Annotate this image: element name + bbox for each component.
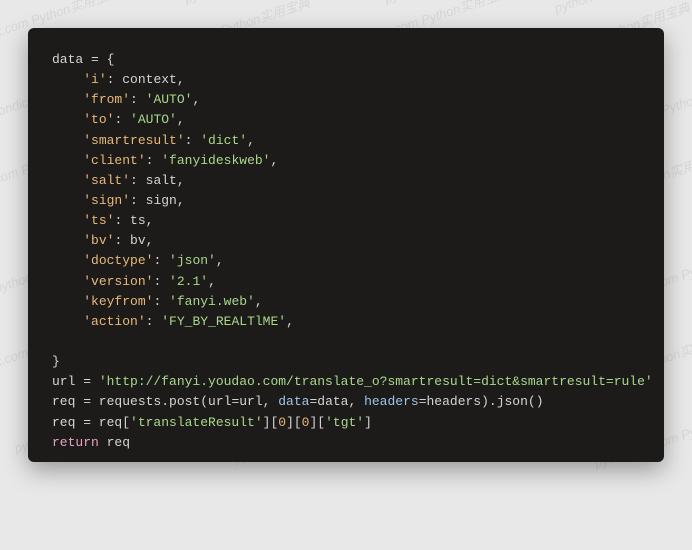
code-block: data = { 'i': context, 'from': 'AUTO', '… — [28, 28, 664, 462]
watermark-text: pythondict.com Python实用宝典 — [382, 0, 562, 7]
code-line: req = req[ — [52, 415, 130, 430]
url-string: 'http://fanyi.youdao.com/translate_o?sma… — [99, 374, 653, 389]
watermark-text: pythondict.com Python实用宝典 — [182, 0, 362, 7]
code-line: data = { — [52, 52, 114, 67]
code-line: req = requests.post(url — [52, 394, 231, 409]
watermark-text: pythondict.com Python实用宝典 — [552, 0, 692, 17]
watermark-text: pythondict.com Python实用宝典 — [0, 0, 162, 7]
return-keyword: return — [52, 435, 99, 450]
code-content: data = { 'i': context, 'from': 'AUTO', '… — [52, 50, 640, 453]
code-line: url = — [52, 374, 99, 389]
code-line: } — [52, 354, 60, 369]
